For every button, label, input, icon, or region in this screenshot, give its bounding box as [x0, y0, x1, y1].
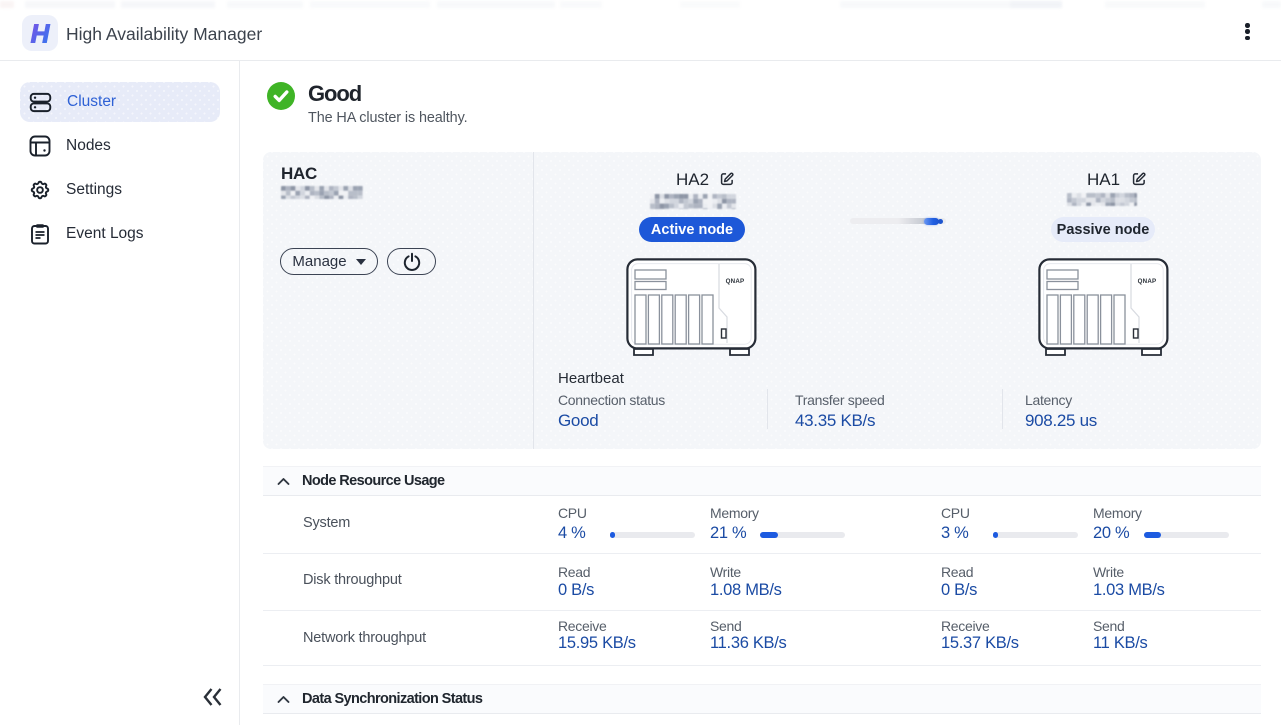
- svg-text:QNAP: QNAP: [726, 278, 745, 285]
- svg-text:H: H: [31, 19, 51, 49]
- svg-text:QNAP: QNAP: [1138, 278, 1157, 285]
